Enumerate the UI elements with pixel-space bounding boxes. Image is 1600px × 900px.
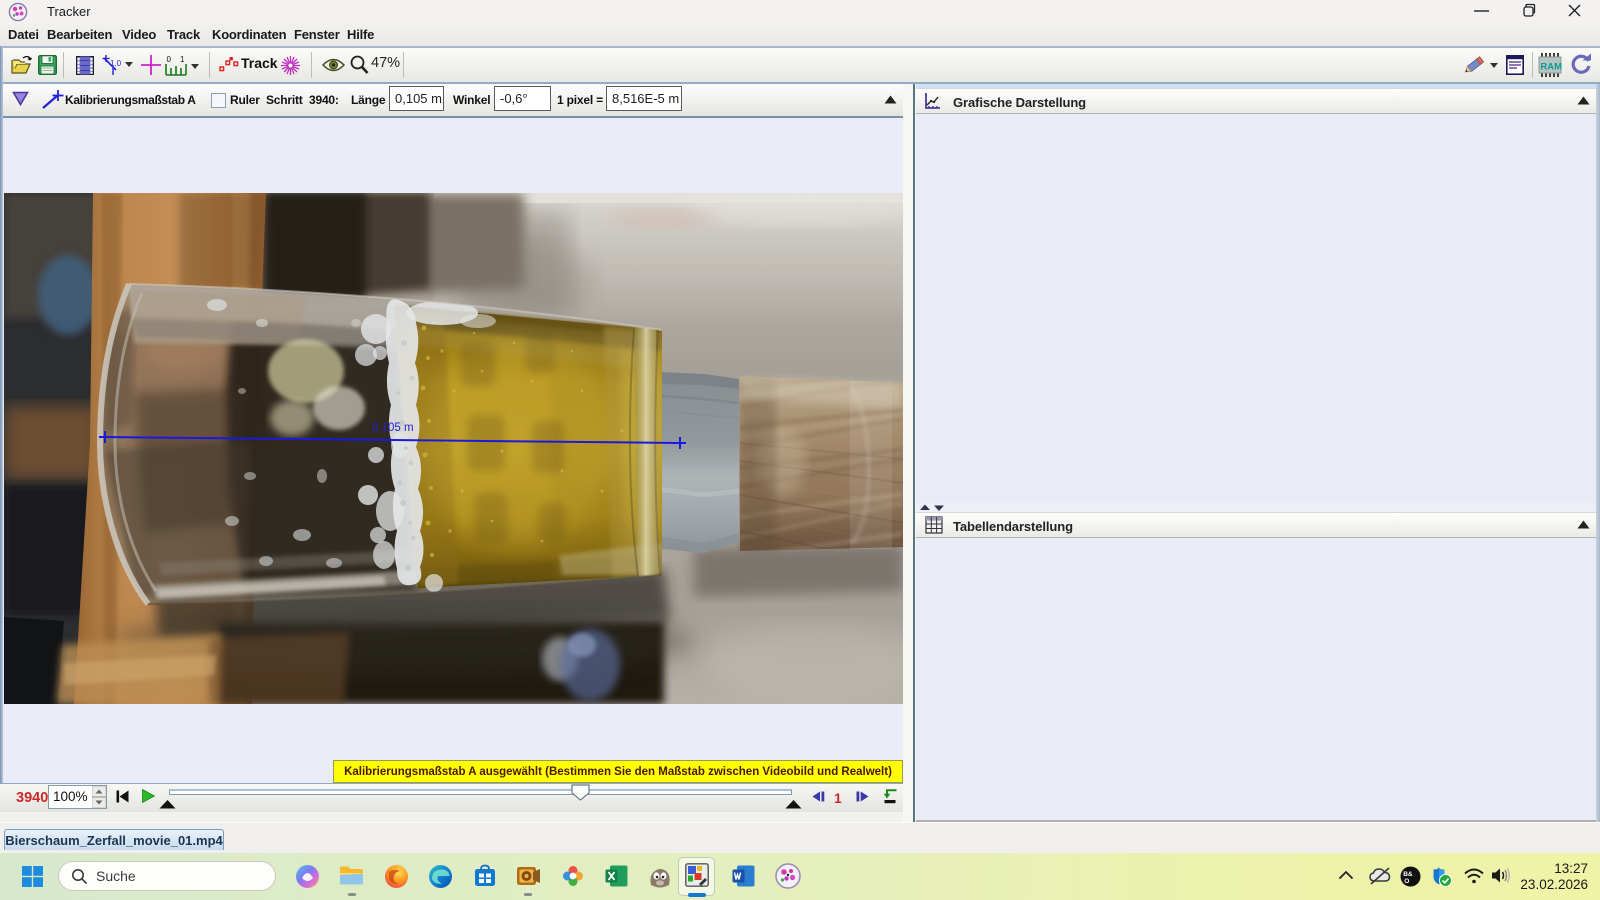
svg-text:0: 0	[167, 55, 172, 64]
svg-text:O: O	[1404, 878, 1409, 885]
svg-text:1: 1	[180, 55, 185, 64]
svg-text:0,105 m: 0,105 m	[372, 422, 414, 434]
svg-text:B&: B&	[1403, 871, 1413, 878]
svg-text:RAM: RAM	[1540, 62, 1562, 73]
svg-text:1.0: 1.0	[110, 59, 122, 68]
